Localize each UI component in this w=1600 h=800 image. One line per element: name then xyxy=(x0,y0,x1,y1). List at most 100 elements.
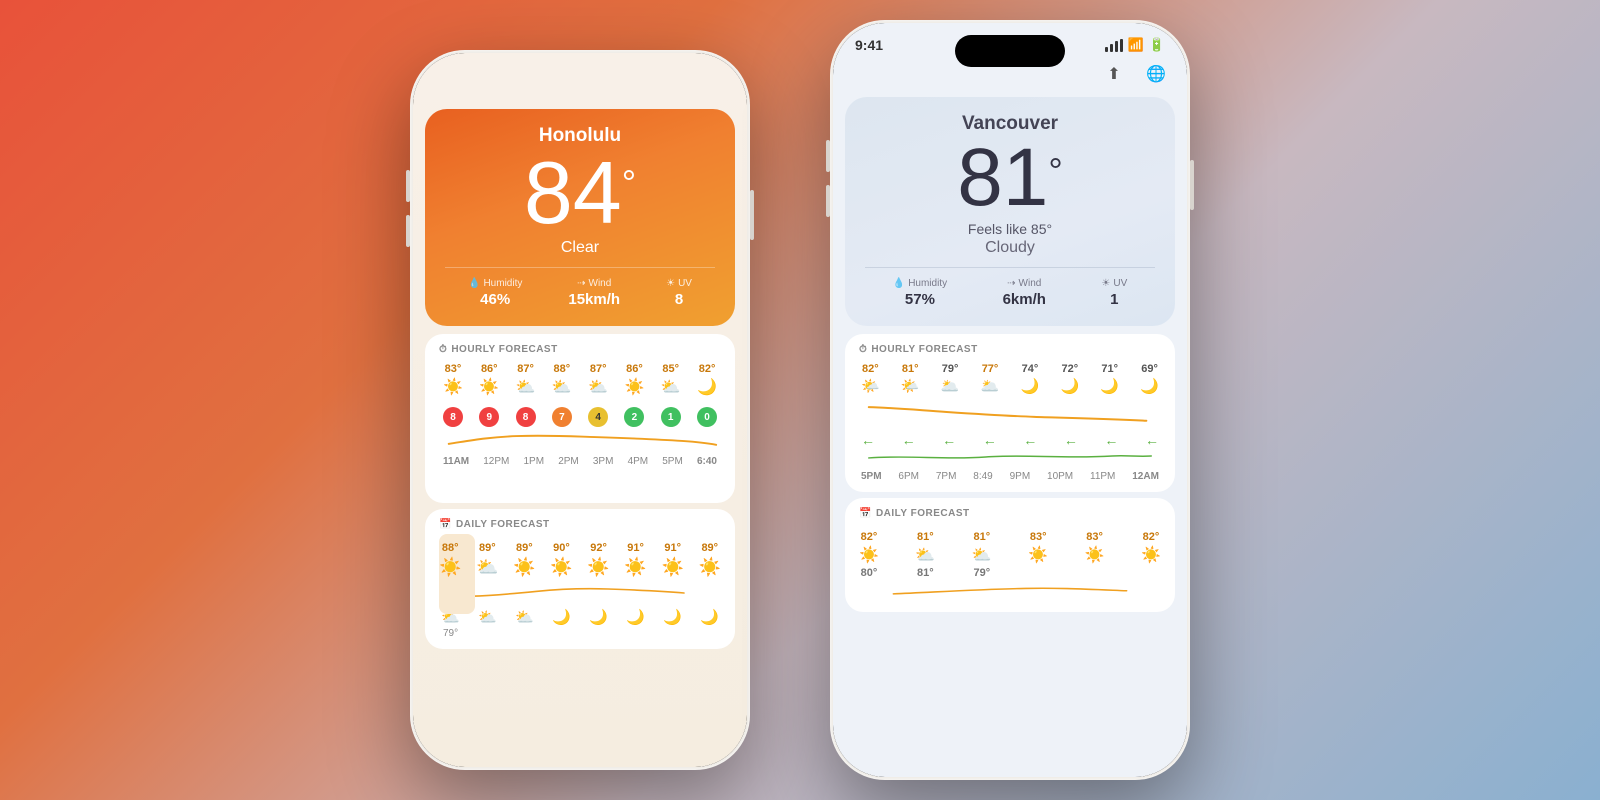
time-label: 10PM xyxy=(1047,471,1073,482)
right-daily-items: 82° ☀️ 80° 81° ⛅ 81° 81° ⛅ 79° xyxy=(859,527,1161,583)
wind-arrow: ← xyxy=(1104,432,1118,448)
right-vol-up-btn[interactable] xyxy=(826,140,830,172)
list-item: 89°☀️ xyxy=(699,542,721,581)
right-temp: 81° xyxy=(865,137,1155,219)
left-hourly-chart: 83° ☀️ 86° ☀️ 87° ⛅ 88° xyxy=(439,363,721,493)
time-label: 3PM xyxy=(593,456,614,467)
humidity-icon: 💧 xyxy=(468,278,480,289)
daily-chart-area: 88°☀️ 89°⛅ 89°☀️ 90°☀️ 92°☀️ 91°☀️ 91°☀️… xyxy=(439,538,721,639)
uv-icon: ☀ xyxy=(1101,278,1110,289)
signal-bar xyxy=(1110,44,1113,52)
share-button[interactable]: ⬆ xyxy=(1099,59,1129,89)
list-item: 87° ⛅ xyxy=(588,363,608,397)
list-item: 82° ☀️ 80° xyxy=(859,531,879,579)
time-label: 5PM xyxy=(861,471,882,482)
right-condition: Cloudy xyxy=(865,239,1155,257)
vol-up-btn[interactable] xyxy=(406,170,410,202)
time-label: 12AM xyxy=(1132,471,1159,482)
left-temp: 84° xyxy=(445,149,715,237)
right-humidity: 💧Humidity 57% xyxy=(893,278,947,308)
list-item: 81° ⛅ 79° xyxy=(972,531,992,579)
icon: 🌙 xyxy=(626,608,645,626)
hourly-times: 11AM 12PM 1PM 2PM 3PM 4PM 5PM 6:40 xyxy=(439,456,721,467)
time-label: 9PM xyxy=(1010,471,1031,482)
wind-icon: ⇢ xyxy=(577,278,585,289)
signal-bar xyxy=(1120,39,1123,52)
icon: 🌙 xyxy=(589,608,608,626)
list-item: 92°☀️ xyxy=(587,542,609,581)
wind-curve-svg xyxy=(859,448,1161,464)
time-label: 1PM xyxy=(524,456,545,467)
daily-bottom-icons: ⛅ ⛅ ⛅ 🌙 🌙 🌙 🌙 🌙 xyxy=(439,606,721,626)
time-label: 5PM xyxy=(662,456,683,467)
right-time: 9:41 xyxy=(855,37,883,53)
signal-bars xyxy=(1105,39,1123,52)
phone-left: Honolulu 84° Clear 💧Humidity 46% ⇢Wind 1… xyxy=(410,50,750,770)
list-item: 88°☀️ xyxy=(439,542,461,581)
left-hourly-card: ⏱ HOURLY FORECAST 83° ☀️ 86° ☀️ xyxy=(425,334,735,503)
right-temp-curve-svg xyxy=(859,399,1161,423)
left-uv: ☀UV 8 xyxy=(666,278,692,308)
uv-bubble: 8 xyxy=(443,407,463,427)
power-btn[interactable] xyxy=(750,190,754,240)
vol-down-btn[interactable] xyxy=(406,215,410,247)
wind-arrow: ← xyxy=(1145,432,1159,448)
list-item: 74° 🌙 xyxy=(1021,363,1040,395)
list-item: 87° ⛅ xyxy=(516,363,536,397)
right-hourly-card: ⏱ HOURLY FORECAST 82° 🌤️ 81° 🌤️ xyxy=(845,334,1175,492)
icon: 🌙 xyxy=(552,608,571,626)
time-label: 8:49 xyxy=(973,471,992,482)
list-item: 86° ☀️ xyxy=(624,363,644,397)
right-wind: ⇢Wind 6km/h xyxy=(1003,278,1046,308)
globe-button[interactable]: 🌐 xyxy=(1141,59,1171,89)
uv-bubble: 9 xyxy=(479,407,499,427)
wind-arrow: ← xyxy=(983,432,997,448)
daily-path xyxy=(472,589,684,597)
right-vol-down-btn[interactable] xyxy=(826,185,830,217)
time-label: 11AM xyxy=(443,456,469,467)
left-humidity: 💧Humidity 46% xyxy=(468,278,522,308)
list-item: 85° ⛅ xyxy=(661,363,681,397)
list-item: 71° 🌙 xyxy=(1100,363,1119,395)
temp-label: 79° xyxy=(443,628,458,639)
daily-curve-svg xyxy=(439,585,721,601)
uv-bubble: 4 xyxy=(588,407,608,427)
uv-bubble: 7 xyxy=(552,407,572,427)
time-label: 4PM xyxy=(628,456,649,467)
daily-bottom-temps: 79° xyxy=(439,626,721,639)
uv-bubble: 1 xyxy=(661,407,681,427)
right-stats: 💧Humidity 57% ⇢Wind 6km/h ☀UV 1 xyxy=(865,267,1155,308)
wind-icon: ⇢ xyxy=(1007,278,1015,289)
left-weather-header: Honolulu 84° Clear 💧Humidity 46% ⇢Wind 1… xyxy=(425,109,735,326)
left-wind: ⇢Wind 15km/h xyxy=(568,278,620,308)
dynamic-island xyxy=(955,35,1065,67)
daily-items: 88°☀️ 89°⛅ 89°☀️ 90°☀️ 92°☀️ 91°☀️ 91°☀️… xyxy=(439,538,721,585)
time-label: 6PM xyxy=(898,471,919,482)
list-item: 90°☀️ xyxy=(550,542,572,581)
left-stats: 💧Humidity 46% ⇢Wind 15km/h ☀UV 8 xyxy=(445,267,715,308)
list-item: 81° 🌤️ xyxy=(901,363,920,395)
wind-arrow: ← xyxy=(861,432,875,448)
list-item: 82° 🌙 xyxy=(697,363,717,397)
wind-arrow: ← xyxy=(1064,432,1078,448)
right-feels-like: Feels like 85° xyxy=(865,221,1155,237)
right-power-btn[interactable] xyxy=(1190,160,1194,210)
right-temp-path xyxy=(869,407,1147,421)
right-daily-card: 📅 DAILY FORECAST 82° ☀️ 80° 81° ⛅ 81° xyxy=(845,498,1175,612)
signal-bar xyxy=(1115,41,1118,52)
icon: ⛅ xyxy=(478,608,497,626)
right-screen: 9:41 📶 🔋 ⬆ 🌐 Vanc xyxy=(833,23,1187,777)
wind-path xyxy=(869,456,1152,458)
left-hourly-temps: 83° ☀️ 86° ☀️ 87° ⛅ 88° xyxy=(439,363,721,397)
right-hourly-times: 5PM 6PM 7PM 8:49 9PM 10PM 11PM 12AM xyxy=(859,469,1161,482)
status-icons: 📶 🔋 xyxy=(1105,37,1165,53)
right-daily-path xyxy=(893,588,1126,594)
list-item: 77° 🌥️ xyxy=(981,363,1000,395)
left-hourly-title: ⏱ HOURLY FORECAST xyxy=(439,344,721,355)
left-screen: Honolulu 84° Clear 💧Humidity 46% ⇢Wind 1… xyxy=(413,53,747,767)
wifi-icon: 📶 xyxy=(1128,37,1144,53)
list-item: 79° 🌥️ xyxy=(941,363,960,395)
wind-arrow: ← xyxy=(942,432,956,448)
signal-bar xyxy=(1105,47,1108,52)
list-item: 69° 🌙 xyxy=(1140,363,1159,395)
